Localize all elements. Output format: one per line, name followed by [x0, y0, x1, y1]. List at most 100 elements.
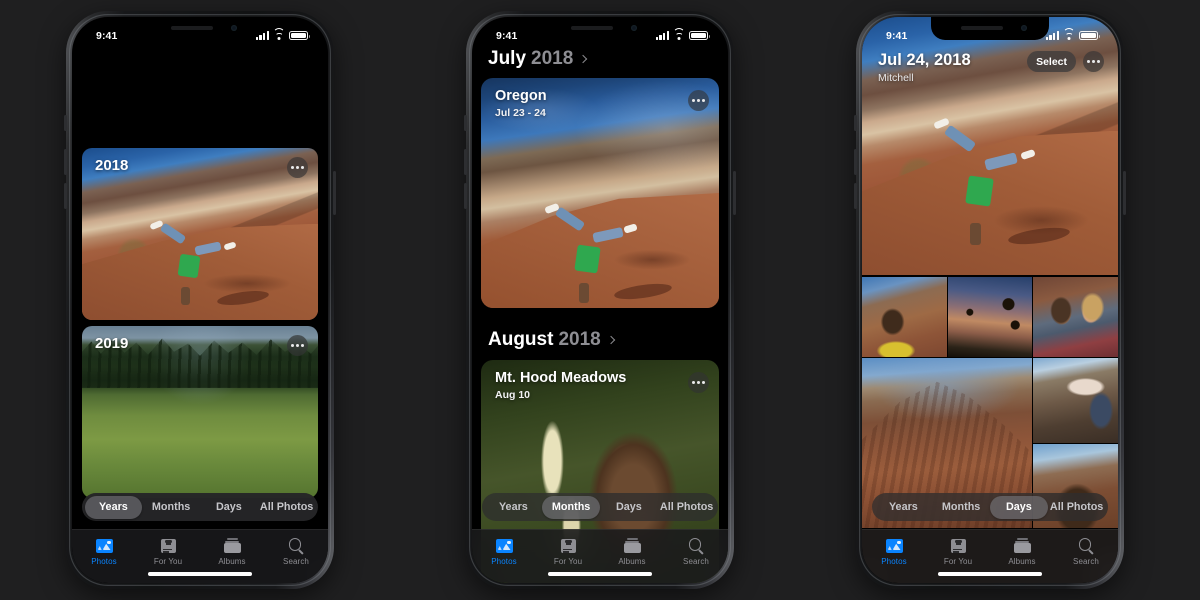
- tab-photos[interactable]: Photos: [862, 537, 926, 566]
- month-name: August: [488, 329, 554, 350]
- cartwheel-leg: [194, 241, 222, 256]
- power-button[interactable]: [333, 171, 336, 215]
- photo-cell-2[interactable]: [947, 277, 1033, 357]
- segment-years[interactable]: Years: [84, 495, 143, 519]
- volume-up-button[interactable]: [64, 149, 67, 175]
- segment-months[interactable]: Months: [142, 496, 200, 519]
- month-card-oregon[interactable]: Oregon Jul 23 - 24: [481, 78, 719, 308]
- select-button[interactable]: Select: [1027, 51, 1076, 72]
- segment-days[interactable]: Days: [600, 496, 658, 519]
- tab-for-you[interactable]: For You: [136, 537, 200, 566]
- year-card-2018[interactable]: 2018: [82, 148, 318, 320]
- view-mode-segmented-control[interactable]: Years Months Days All Photos: [482, 493, 718, 521]
- photo-cell-1[interactable]: [862, 277, 947, 357]
- card-title: Mt. Hood Meadows: [495, 370, 627, 386]
- for-you-icon: [559, 537, 578, 554]
- volume-down-button[interactable]: [854, 183, 857, 209]
- albums-icon: [623, 537, 642, 554]
- cartwheel-leg: [592, 226, 624, 243]
- more-options-icon[interactable]: [688, 372, 709, 393]
- status-bar: 9:41: [72, 17, 328, 47]
- view-mode-segmented-control[interactable]: Years Months Days All Photos: [872, 493, 1108, 521]
- battery-icon: [289, 30, 310, 41]
- segment-all-photos[interactable]: All Photos: [1048, 496, 1106, 519]
- tab-photos[interactable]: Photos: [472, 537, 536, 566]
- volume-down-button[interactable]: [64, 183, 67, 209]
- tab-for-you[interactable]: For You: [536, 537, 600, 566]
- tab-search[interactable]: Search: [1054, 537, 1118, 566]
- segment-all-photos[interactable]: All Photos: [258, 496, 316, 519]
- more-options-icon[interactable]: [688, 90, 709, 111]
- tab-label: Albums: [618, 557, 646, 566]
- cartwheel-shadow: [1007, 224, 1071, 247]
- status-bar: 9:41: [472, 17, 728, 47]
- status-time: 9:41: [496, 29, 518, 42]
- phone-months: July 2018 Oregon Jul 23 - 24 August 2018…: [464, 11, 736, 589]
- segment-days[interactable]: Days: [990, 495, 1048, 519]
- wifi-icon: [673, 28, 685, 41]
- chevron-right-icon[interactable]: [606, 335, 615, 345]
- segment-all-photos[interactable]: All Photos: [658, 496, 716, 519]
- tab-label: For You: [153, 557, 183, 566]
- volume-up-button[interactable]: [464, 149, 467, 175]
- cartwheel-shoe-lower: [222, 241, 237, 251]
- segment-years[interactable]: Years: [875, 496, 933, 519]
- chevron-right-icon[interactable]: [579, 54, 588, 64]
- sunflower-dusk-silhouette-photo: [947, 277, 1033, 357]
- mute-switch[interactable]: [64, 115, 67, 131]
- mute-switch[interactable]: [464, 115, 467, 131]
- cartwheel-shoe-lower: [1019, 149, 1036, 161]
- shoe-on-rock-photo: [1033, 358, 1118, 443]
- power-button[interactable]: [1123, 171, 1126, 215]
- card-title: Oregon: [495, 88, 547, 104]
- cartwheel-shorts: [177, 253, 201, 278]
- tab-search[interactable]: Search: [264, 537, 328, 566]
- tab-search[interactable]: Search: [664, 537, 728, 566]
- home-indicator[interactable]: [938, 572, 1042, 576]
- photos-icon: [495, 537, 514, 554]
- cartwheel-shorts: [965, 175, 994, 207]
- cartwheel-shorts: [574, 244, 601, 274]
- segment-days[interactable]: Days: [200, 496, 258, 519]
- status-time: 9:41: [96, 29, 118, 42]
- segment-months[interactable]: Months: [932, 496, 990, 519]
- view-mode-segmented-control[interactable]: Years Months Days All Photos: [82, 493, 318, 521]
- mute-switch[interactable]: [854, 115, 857, 131]
- volume-down-button[interactable]: [464, 183, 467, 209]
- month-section-header-august[interactable]: August 2018: [472, 329, 728, 351]
- phone-years: 2018 2019 Years Months Days All Photos P…: [64, 11, 336, 589]
- tab-photos[interactable]: Photos: [72, 537, 136, 566]
- tab-for-you[interactable]: For You: [926, 537, 990, 566]
- boy-on-hillside-photo: [862, 277, 947, 357]
- tab-label: Photos: [91, 557, 117, 566]
- page-subtitle: Mitchell: [878, 72, 914, 84]
- year-label: 2019: [95, 335, 129, 352]
- cellular-bars-icon: [655, 31, 669, 41]
- month-year: 2018: [558, 329, 601, 350]
- power-button[interactable]: [733, 171, 736, 215]
- segment-years[interactable]: Years: [485, 496, 543, 519]
- more-options-icon[interactable]: [287, 157, 308, 178]
- year-card-2019[interactable]: 2019: [82, 326, 318, 498]
- tab-albums[interactable]: Albums: [600, 537, 664, 566]
- battery-icon: [1079, 30, 1100, 41]
- photos-icon: [95, 537, 114, 554]
- home-indicator[interactable]: [548, 572, 652, 576]
- photo-cell-3[interactable]: [1033, 277, 1118, 357]
- cartwheel-body: [578, 282, 589, 303]
- status-bar: 9:41: [862, 17, 1118, 47]
- photo-cell-5[interactable]: [1033, 358, 1118, 443]
- segment-months[interactable]: Months: [542, 495, 600, 519]
- home-indicator[interactable]: [148, 572, 252, 576]
- tab-albums[interactable]: Albums: [200, 537, 264, 566]
- volume-up-button[interactable]: [854, 149, 857, 175]
- month-name: July: [488, 48, 527, 69]
- more-options-icon[interactable]: [287, 335, 308, 356]
- more-options-icon[interactable]: [1083, 51, 1104, 72]
- month-section-header-july[interactable]: July 2018: [472, 48, 728, 70]
- tab-label: For You: [943, 557, 973, 566]
- tab-albums[interactable]: Albums: [990, 537, 1054, 566]
- for-you-icon: [949, 537, 968, 554]
- screen-months: July 2018 Oregon Jul 23 - 24 August 2018…: [472, 17, 728, 583]
- cartwheel-arm: [943, 124, 977, 153]
